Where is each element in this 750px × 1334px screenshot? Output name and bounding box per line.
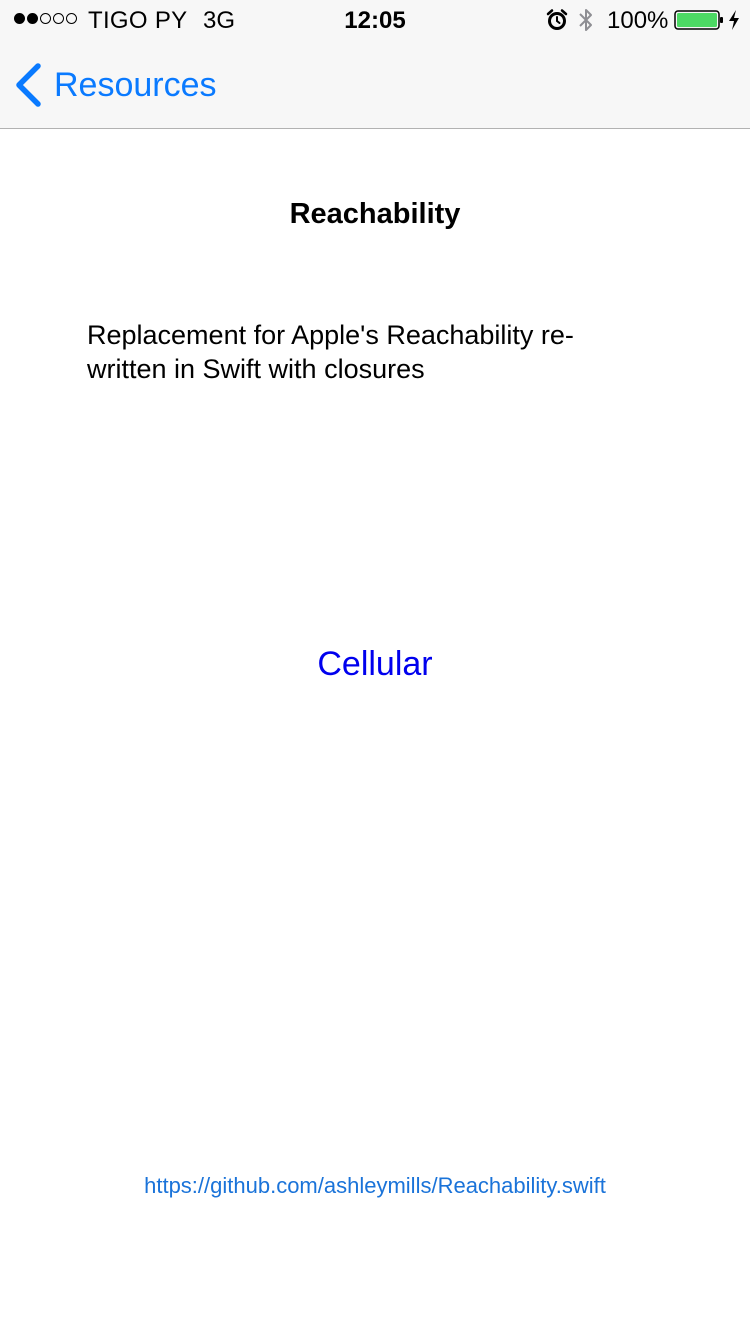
reachability-status: Cellular <box>317 645 433 683</box>
navigation-bar: Resources <box>0 40 750 129</box>
back-button[interactable]: Resources <box>14 62 217 108</box>
repository-link[interactable]: https://github.com/ashleymills/Reachabil… <box>0 1173 750 1199</box>
page-title: Reachability <box>289 198 461 230</box>
back-button-label: Resources <box>54 65 217 104</box>
battery-percentage: 100% <box>607 7 669 34</box>
status-bar: TIGO PY 3G 12:05 100% <box>0 0 750 40</box>
battery-icon <box>674 10 723 30</box>
bluetooth-icon <box>579 9 592 31</box>
screen: TIGO PY 3G 12:05 100% Resources Reachabi… <box>0 0 750 1334</box>
alarm-icon <box>546 9 568 30</box>
description-line: written in Swift with closures <box>87 354 425 384</box>
description: Replacement for Apple's Reachability re-… <box>87 318 647 386</box>
charging-bolt-icon <box>729 10 739 30</box>
chevron-left-icon <box>16 63 41 107</box>
description-line: Replacement for Apple's Reachability re- <box>87 320 574 350</box>
